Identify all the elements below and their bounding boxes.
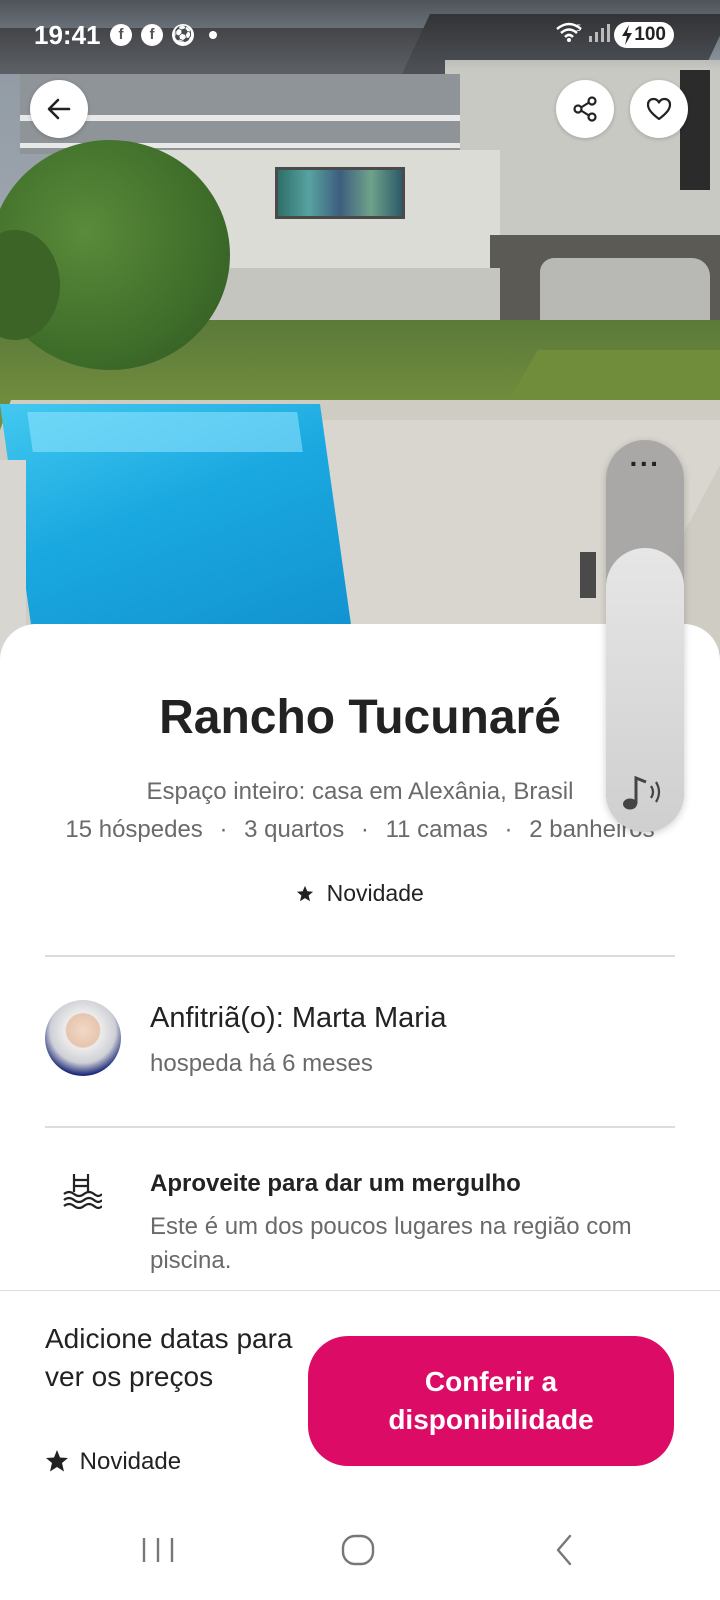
separator: · xyxy=(219,816,228,843)
listing-details: 15 hóspedes · 3 quartos · 11 camas · 2 b… xyxy=(0,816,720,844)
more-options-icon[interactable]: ··· xyxy=(606,450,684,478)
volume-panel[interactable]: ··· xyxy=(606,440,684,832)
home-icon[interactable] xyxy=(338,1530,378,1570)
svg-text:5: 5 xyxy=(576,24,582,34)
media-volume-icon xyxy=(623,775,661,810)
bedrooms-count: 3 quartos xyxy=(244,816,345,843)
footer-new-badge-label: Novidade xyxy=(79,1448,182,1475)
heart-icon xyxy=(646,97,672,121)
feature-description: Este é um dos poucos lugares na região c… xyxy=(150,1213,632,1274)
battery-bolt-icon xyxy=(622,25,632,45)
favorite-button[interactable] xyxy=(630,80,688,138)
wifi-icon: 5 xyxy=(556,22,582,42)
divider xyxy=(45,955,675,957)
beds-count: 11 camas xyxy=(385,816,488,843)
recent-apps-icon[interactable] xyxy=(138,1530,178,1570)
footer-new-badge: Novidade xyxy=(45,1448,181,1476)
arrow-left-icon xyxy=(47,98,71,120)
separator: · xyxy=(360,816,369,843)
star-icon xyxy=(46,1450,68,1472)
facebook-icon: f xyxy=(110,24,132,46)
status-bar: 19:41 f f ⚽ 5 100 xyxy=(0,0,720,70)
pool-icon xyxy=(63,1174,102,1210)
host-since: hospeda há 6 meses xyxy=(150,1050,373,1077)
divider xyxy=(45,1126,675,1128)
separator: · xyxy=(504,816,513,843)
star-icon xyxy=(297,885,314,902)
notification-dot xyxy=(209,31,217,39)
new-badge: Novidade xyxy=(0,880,720,907)
check-availability-button[interactable]: Conferir a disponibilidade xyxy=(308,1336,674,1466)
guests-count: 15 hóspedes xyxy=(65,816,203,843)
soccer-ball-icon: ⚽ xyxy=(172,24,194,46)
host-name[interactable]: Anfitriã(o): Marta Maria xyxy=(150,1002,447,1035)
feature-title: Aproveite para dar um mergulho xyxy=(150,1170,521,1197)
signal-icon xyxy=(589,24,610,42)
new-badge-label: Novidade xyxy=(326,880,424,906)
share-icon xyxy=(573,96,597,122)
price-hint: Adicione datas para ver os preços xyxy=(45,1323,293,1392)
share-button[interactable] xyxy=(556,80,614,138)
nav-back-icon[interactable] xyxy=(546,1530,586,1570)
battery-indicator: 100 xyxy=(614,22,674,48)
back-button[interactable] xyxy=(30,80,88,138)
host-avatar[interactable] xyxy=(45,1000,121,1076)
facebook-icon: f xyxy=(141,24,163,46)
battery-level: 100 xyxy=(634,24,666,45)
status-time: 19:41 xyxy=(34,20,101,50)
